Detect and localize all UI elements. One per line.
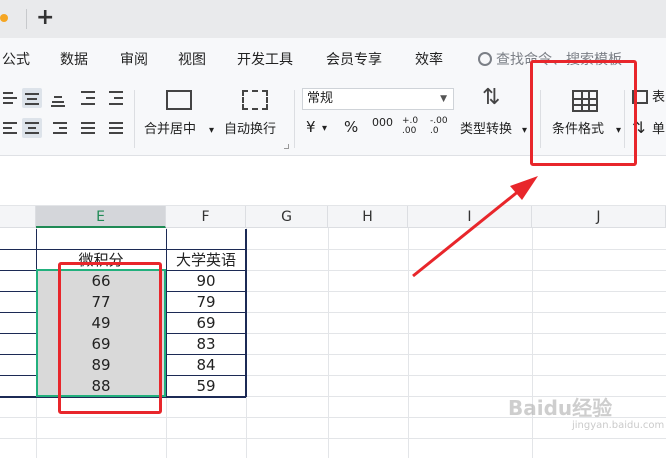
annotation-arrow-icon	[412, 176, 538, 278]
watermark-logo: Baidu经验	[508, 396, 613, 420]
watermark-url: jingyan.baidu.com	[572, 420, 665, 431]
